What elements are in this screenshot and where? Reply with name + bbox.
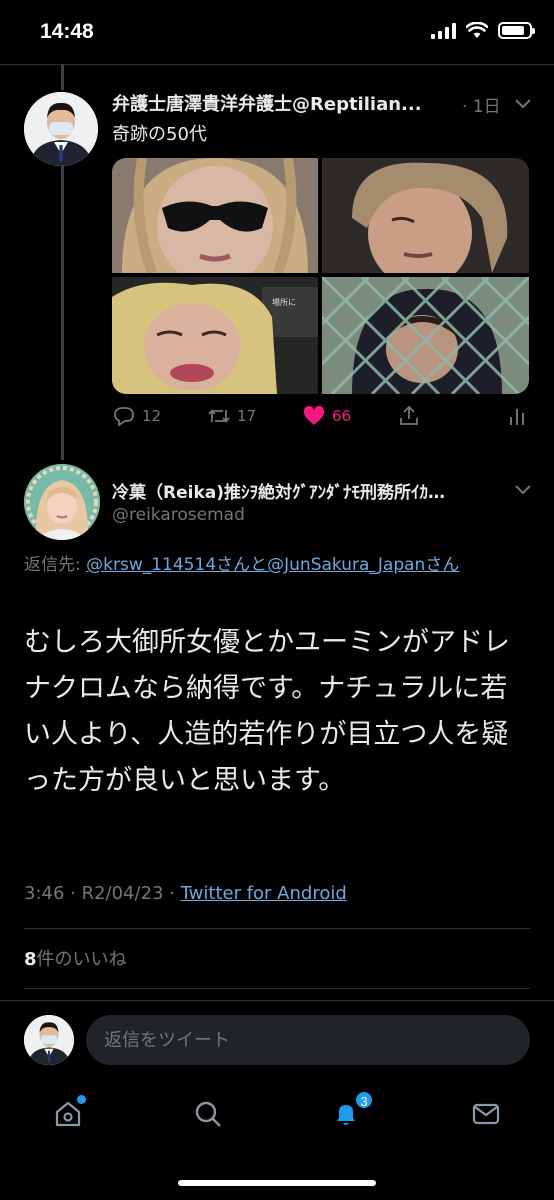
divider bbox=[0, 64, 554, 65]
retweet-icon bbox=[208, 409, 230, 423]
mention-link[interactable]: @krsw_114514さんと bbox=[86, 555, 267, 575]
analytics-icon bbox=[510, 409, 524, 425]
home-indicator bbox=[178, 1180, 376, 1186]
tweet-time: · 1日 bbox=[462, 97, 501, 117]
tweet-text: 奇跡の50代 bbox=[112, 124, 207, 145]
reply-icon bbox=[114, 407, 134, 427]
reply-to: 返信先: @krsw_114514さんと@JunSakura_Japanさん bbox=[24, 552, 534, 578]
divider bbox=[0, 1000, 554, 1001]
notifications-badge: 3 bbox=[354, 1090, 374, 1110]
tweet-meta: 3:46 · R2/04/23 · Twitter for Android bbox=[24, 883, 347, 904]
wifi-icon bbox=[466, 22, 488, 38]
nav-search[interactable] bbox=[188, 1094, 228, 1134]
mention-link[interactable]: @JunSakura_Japanさん bbox=[267, 555, 459, 575]
nav-notifications[interactable]: 3 bbox=[326, 1090, 374, 1134]
avatar[interactable] bbox=[24, 1015, 74, 1065]
author-name[interactable]: 弁護士唐澤貴洋弁護士@Reptilian... bbox=[112, 90, 472, 116]
new-content-dot bbox=[77, 1095, 86, 1104]
avatar[interactable] bbox=[24, 92, 98, 166]
status-icons bbox=[431, 22, 535, 39]
analytics-button[interactable] bbox=[505, 404, 529, 428]
battery-level bbox=[502, 26, 525, 35]
media-photo[interactable] bbox=[112, 158, 318, 273]
tweet-actions: 12 17 66 bbox=[112, 404, 532, 434]
likes-label: 件のいいね bbox=[36, 949, 127, 970]
bottom-nav: 3 bbox=[0, 1080, 554, 1150]
status-time: 14:48 bbox=[40, 20, 94, 43]
likes-total: 8 bbox=[24, 949, 37, 970]
nav-home[interactable] bbox=[48, 1094, 88, 1134]
share-icon bbox=[400, 405, 418, 425]
tweet-source-link[interactable]: Twitter for Android bbox=[181, 883, 347, 904]
tweet-timestamp: 3:46 · R2/04/23 · bbox=[24, 883, 181, 904]
reply-input[interactable] bbox=[86, 1015, 530, 1065]
mail-icon bbox=[472, 1103, 500, 1125]
tweet-text: むしろ大御所女優とかユーミンがアドレナクロムなら納得です。ナチュラルに若い人より… bbox=[24, 627, 510, 796]
share-button[interactable] bbox=[397, 404, 421, 428]
svg-text:場所に: 場所に bbox=[272, 297, 296, 307]
nav-messages[interactable] bbox=[466, 1094, 506, 1134]
chevron-down-icon[interactable] bbox=[512, 94, 534, 114]
divider bbox=[24, 988, 530, 989]
retweet-button[interactable]: 17 bbox=[207, 404, 256, 428]
author-name[interactable]: 冷菓（Reika)推ｼｦ絶対ｸﾞｱﾝﾀﾞﾅﾓ刑務所ｲｶ… bbox=[112, 478, 507, 503]
heart-icon bbox=[303, 405, 325, 425]
avatar[interactable] bbox=[24, 464, 100, 540]
author-handle[interactable]: @reikarosemad bbox=[112, 505, 245, 525]
reply-button[interactable]: 12 bbox=[112, 404, 161, 428]
thread-line bbox=[61, 142, 64, 460]
like-button[interactable]: 66 bbox=[302, 404, 351, 428]
media-grid[interactable]: 場所に bbox=[112, 158, 529, 394]
signal-icon bbox=[431, 22, 456, 39]
like-count: 66 bbox=[332, 407, 352, 425]
media-photo[interactable] bbox=[322, 158, 529, 273]
battery-icon bbox=[498, 22, 535, 39]
media-photo[interactable]: 場所に bbox=[112, 277, 318, 394]
retweet-count: 17 bbox=[237, 407, 257, 425]
status-bar: 14:48 bbox=[0, 0, 554, 64]
divider bbox=[24, 928, 530, 929]
thread-line bbox=[61, 64, 64, 90]
likes-summary[interactable]: 8件のいいね bbox=[24, 945, 127, 971]
chevron-down-icon[interactable] bbox=[512, 480, 534, 500]
media-photo[interactable] bbox=[322, 277, 529, 394]
search-icon bbox=[195, 1101, 221, 1127]
reply-to-label: 返信先: bbox=[24, 555, 87, 575]
reply-count: 12 bbox=[142, 407, 162, 425]
